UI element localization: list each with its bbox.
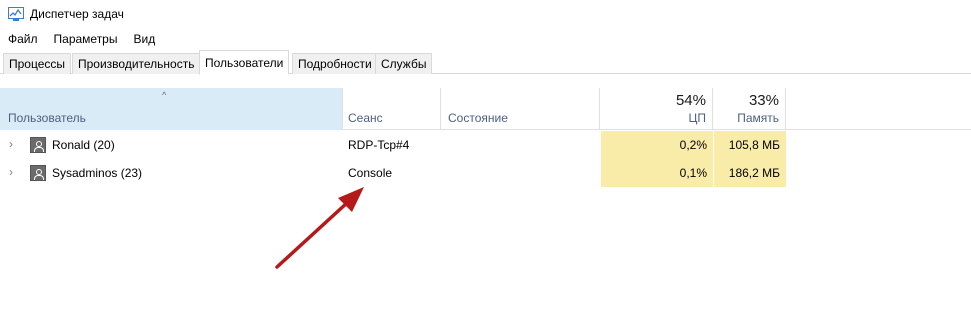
column-header-memory[interactable]: 33% Память <box>714 88 786 130</box>
memory-cell: 186,2 МБ <box>714 159 786 187</box>
menu-options[interactable]: Параметры <box>54 32 118 46</box>
tab-users[interactable]: Пользователи <box>199 50 290 75</box>
column-header-cpu[interactable]: 54% ЦП <box>601 88 713 130</box>
chevron-right-icon[interactable]: › <box>9 137 13 151</box>
memory-total-percent: 33% <box>748 92 779 109</box>
window-title: Диспетчер задач <box>30 7 124 21</box>
column-label-session: Сеанс <box>348 111 383 125</box>
memory-value: 186,2 МБ <box>728 166 780 180</box>
cpu-cell: 0,1% <box>601 159 713 187</box>
user-name: Sysadminos (23) <box>52 166 143 180</box>
memory-value: 105,8 МБ <box>728 138 780 152</box>
memory-cell: 105,8 МБ <box>714 131 786 159</box>
column-label-user: Пользователь <box>8 111 86 125</box>
menu-bar: Файл Параметры Вид <box>0 29 171 49</box>
session-value: RDP-Tcp#4 <box>348 138 410 152</box>
cpu-total-percent: 54% <box>675 92 706 109</box>
tab-performance[interactable]: Производительность <box>72 53 201 74</box>
user-icon <box>30 165 46 181</box>
column-label-state: Состояние <box>448 111 508 125</box>
session-value: Console <box>348 166 393 180</box>
column-header-user[interactable]: ^ Пользователь <box>0 88 342 130</box>
cpu-cell: 0,2% <box>601 131 713 159</box>
column-header-row: ^ Пользователь Сеанс Состояние 54% ЦП 33… <box>0 88 971 130</box>
menu-view[interactable]: Вид <box>133 32 155 46</box>
task-manager-icon <box>8 7 24 21</box>
chevron-right-icon[interactable]: › <box>9 165 13 179</box>
cpu-value: 0,2% <box>679 138 707 152</box>
user-icon <box>30 137 46 153</box>
tab-details[interactable]: Подробности <box>292 53 378 74</box>
tab-processes[interactable]: Процессы <box>3 53 72 74</box>
sort-ascending-icon: ^ <box>162 90 167 100</box>
title-bar: Диспетчер задач <box>0 0 971 28</box>
column-label-memory: Память <box>737 111 779 125</box>
table-row[interactable]: › Ronald (20) RDP-Tcp#4 0,2% 105,8 МБ <box>0 131 971 159</box>
column-label-cpu: ЦП <box>688 111 706 125</box>
column-divider[interactable] <box>342 88 343 130</box>
user-name: Ronald (20) <box>52 138 115 152</box>
menu-file[interactable]: Файл <box>8 32 38 46</box>
tab-services[interactable]: Службы <box>375 53 433 74</box>
table-row[interactable]: › Sysadminos (23) Console 0,1% 186,2 МБ <box>0 159 971 187</box>
tab-strip: Процессы Производительность Пользователи… <box>0 50 971 75</box>
cpu-value: 0,1% <box>679 166 707 180</box>
column-header-session[interactable]: Сеанс <box>343 88 441 130</box>
column-header-state[interactable]: Состояние <box>442 88 600 130</box>
